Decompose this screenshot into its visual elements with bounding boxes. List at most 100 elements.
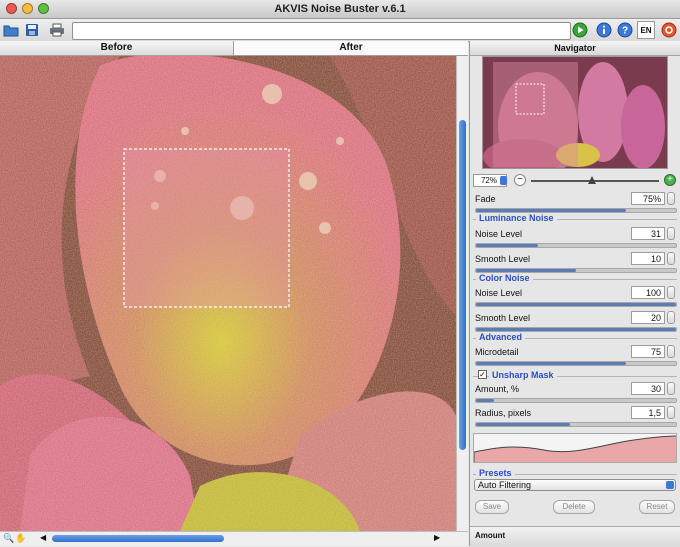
- color-noise-level-label: Noise Level: [475, 288, 523, 298]
- color-noise-level-value: 100: [645, 288, 661, 298]
- image-canvas[interactable]: [0, 56, 456, 531]
- color-noise-level-field[interactable]: 100: [631, 286, 665, 299]
- delete-preset-button[interactable]: Delete: [553, 500, 595, 514]
- color-smooth-level-field[interactable]: 20: [631, 311, 665, 324]
- run-icon[interactable]: [571, 21, 589, 39]
- luminance-smooth-level-field[interactable]: 10: [631, 252, 665, 265]
- save-file-icon[interactable]: [23, 21, 41, 39]
- luminance-smooth-level-label: Smooth Level: [475, 254, 531, 264]
- fade-label: Fade: [475, 194, 496, 204]
- zoom-slider-handle[interactable]: [588, 176, 597, 184]
- zoom-window-button[interactable]: [38, 3, 49, 14]
- print-icon[interactable]: [48, 21, 66, 39]
- unsharp-amount-slider[interactable]: [475, 398, 677, 403]
- histogram-graph: [473, 433, 677, 463]
- luminance-noise-level-label: Noise Level: [475, 229, 523, 239]
- color-noise-title: Color Noise: [476, 273, 533, 283]
- zoom-value: 72%: [480, 176, 497, 185]
- unsharp-radius-field[interactable]: 1,5: [631, 406, 665, 419]
- zoom-in-button[interactable]: +: [664, 174, 676, 186]
- color-smooth-level-stepper[interactable]: [667, 311, 675, 324]
- address-field[interactable]: [72, 22, 571, 40]
- zoom-out-icon[interactable]: 🔍: [3, 533, 14, 544]
- presets-dropdown-icon: [666, 481, 674, 489]
- color-noise-level-slider[interactable]: [475, 302, 677, 307]
- color-smooth-level-label: Smooth Level: [475, 313, 531, 323]
- footer-bar: Amount: [470, 526, 680, 547]
- help-icon[interactable]: ?: [616, 21, 634, 39]
- microdetail-slider[interactable]: [475, 361, 677, 366]
- toolbar: ? EN: [0, 19, 680, 42]
- window-title: AKVIS Noise Buster v.6.1: [274, 3, 406, 15]
- unsharp-amount-field[interactable]: 30: [631, 382, 665, 395]
- horizontal-scroll-thumb[interactable]: [52, 535, 224, 542]
- luminance-smooth-level-value: 10: [650, 254, 661, 264]
- presets-select[interactable]: Auto Filtering: [474, 479, 676, 491]
- tab-after[interactable]: After: [234, 41, 468, 55]
- open-file-icon[interactable]: [2, 21, 20, 39]
- unsharp-radius-slider[interactable]: [475, 422, 677, 427]
- scroll-left-icon[interactable]: ◀: [40, 533, 46, 542]
- color-noise-level-slider-fill: [476, 303, 676, 306]
- settings-icon[interactable]: [660, 21, 678, 39]
- navigator-thumbnail[interactable]: [482, 56, 668, 169]
- luminance-noise-level-stepper[interactable]: [667, 227, 675, 240]
- view-tabs: Before After: [0, 41, 468, 56]
- close-window-button[interactable]: [6, 3, 17, 14]
- footer-amount-label: Amount: [475, 531, 506, 540]
- vertical-scroll-thumb[interactable]: [459, 120, 466, 450]
- microdetail-value: 75: [650, 347, 661, 357]
- navigator-title: Navigator: [470, 41, 680, 56]
- presets-title: Presets: [476, 468, 515, 478]
- microdetail-label: Microdetail: [475, 347, 519, 357]
- unsharp-radius-label: Radius, pixels: [475, 408, 532, 418]
- language-button[interactable]: EN: [637, 21, 655, 39]
- unsharp-radius-slider-fill: [476, 423, 570, 426]
- zoom-dropdown-icon[interactable]: [500, 176, 507, 185]
- color-smooth-level-value: 20: [650, 313, 661, 323]
- luminance-noise-level-field[interactable]: 31: [631, 227, 665, 240]
- microdetail-field[interactable]: 75: [631, 345, 665, 358]
- unsharp-amount-label: Amount, %: [475, 384, 520, 394]
- unsharp-amount-value: 30: [650, 384, 661, 394]
- svg-text:?: ?: [622, 26, 628, 37]
- reset-preset-button[interactable]: Reset: [639, 500, 675, 514]
- minimize-window-button[interactable]: [22, 3, 33, 14]
- fade-value: 75%: [642, 194, 661, 204]
- delete-preset-label: Delete: [562, 502, 586, 511]
- save-preset-label: Save: [482, 502, 502, 511]
- microdetail-stepper[interactable]: [667, 345, 675, 358]
- fade-stepper[interactable]: [667, 192, 675, 205]
- histogram-curve: [474, 435, 676, 462]
- luminance-smooth-level-slider-fill: [476, 269, 576, 272]
- scroll-right-icon[interactable]: ▶: [434, 533, 440, 542]
- unsharp-radius-value: 1,5: [648, 408, 661, 418]
- unsharp-radius-stepper[interactable]: [667, 406, 675, 419]
- unsharp-mask-title: Unsharp Mask: [489, 370, 557, 380]
- tab-after-label: After: [339, 42, 363, 53]
- unsharp-amount-stepper[interactable]: [667, 382, 675, 395]
- luminance-smooth-level-stepper[interactable]: [667, 252, 675, 265]
- settings-panel: Navigator 72% − + Fade 75% Luminance Noi…: [469, 41, 680, 547]
- navigator-preview-image: [483, 57, 667, 168]
- unsharp-amount-slider-fill: [476, 399, 494, 402]
- tab-before[interactable]: Before: [0, 41, 234, 55]
- luminance-noise-level-value: 31: [650, 229, 661, 239]
- luminance-noise-level-slider[interactable]: [475, 243, 677, 248]
- zoom-slider[interactable]: [531, 176, 659, 184]
- vertical-scrollbar[interactable]: [456, 56, 468, 531]
- luminance-noise-level-slider-fill: [476, 244, 538, 247]
- unsharp-mask-checkbox[interactable]: ✓: [478, 370, 487, 379]
- hand-tool-icon[interactable]: ✋: [15, 533, 26, 544]
- title-bar: AKVIS Noise Buster v.6.1: [0, 0, 680, 19]
- color-noise-level-stepper[interactable]: [667, 286, 675, 299]
- color-smooth-level-slider-fill: [476, 328, 676, 331]
- zoom-out-button[interactable]: −: [514, 174, 526, 186]
- fade-value-field[interactable]: 75%: [631, 192, 665, 205]
- microdetail-slider-fill: [476, 362, 626, 365]
- reset-preset-label: Reset: [646, 502, 668, 511]
- save-preset-button[interactable]: Save: [475, 500, 509, 514]
- info-icon[interactable]: [595, 21, 613, 39]
- horizontal-scrollbar[interactable]: 🔍 ✋ ◀ ▶: [0, 531, 468, 546]
- language-label: EN: [640, 25, 652, 35]
